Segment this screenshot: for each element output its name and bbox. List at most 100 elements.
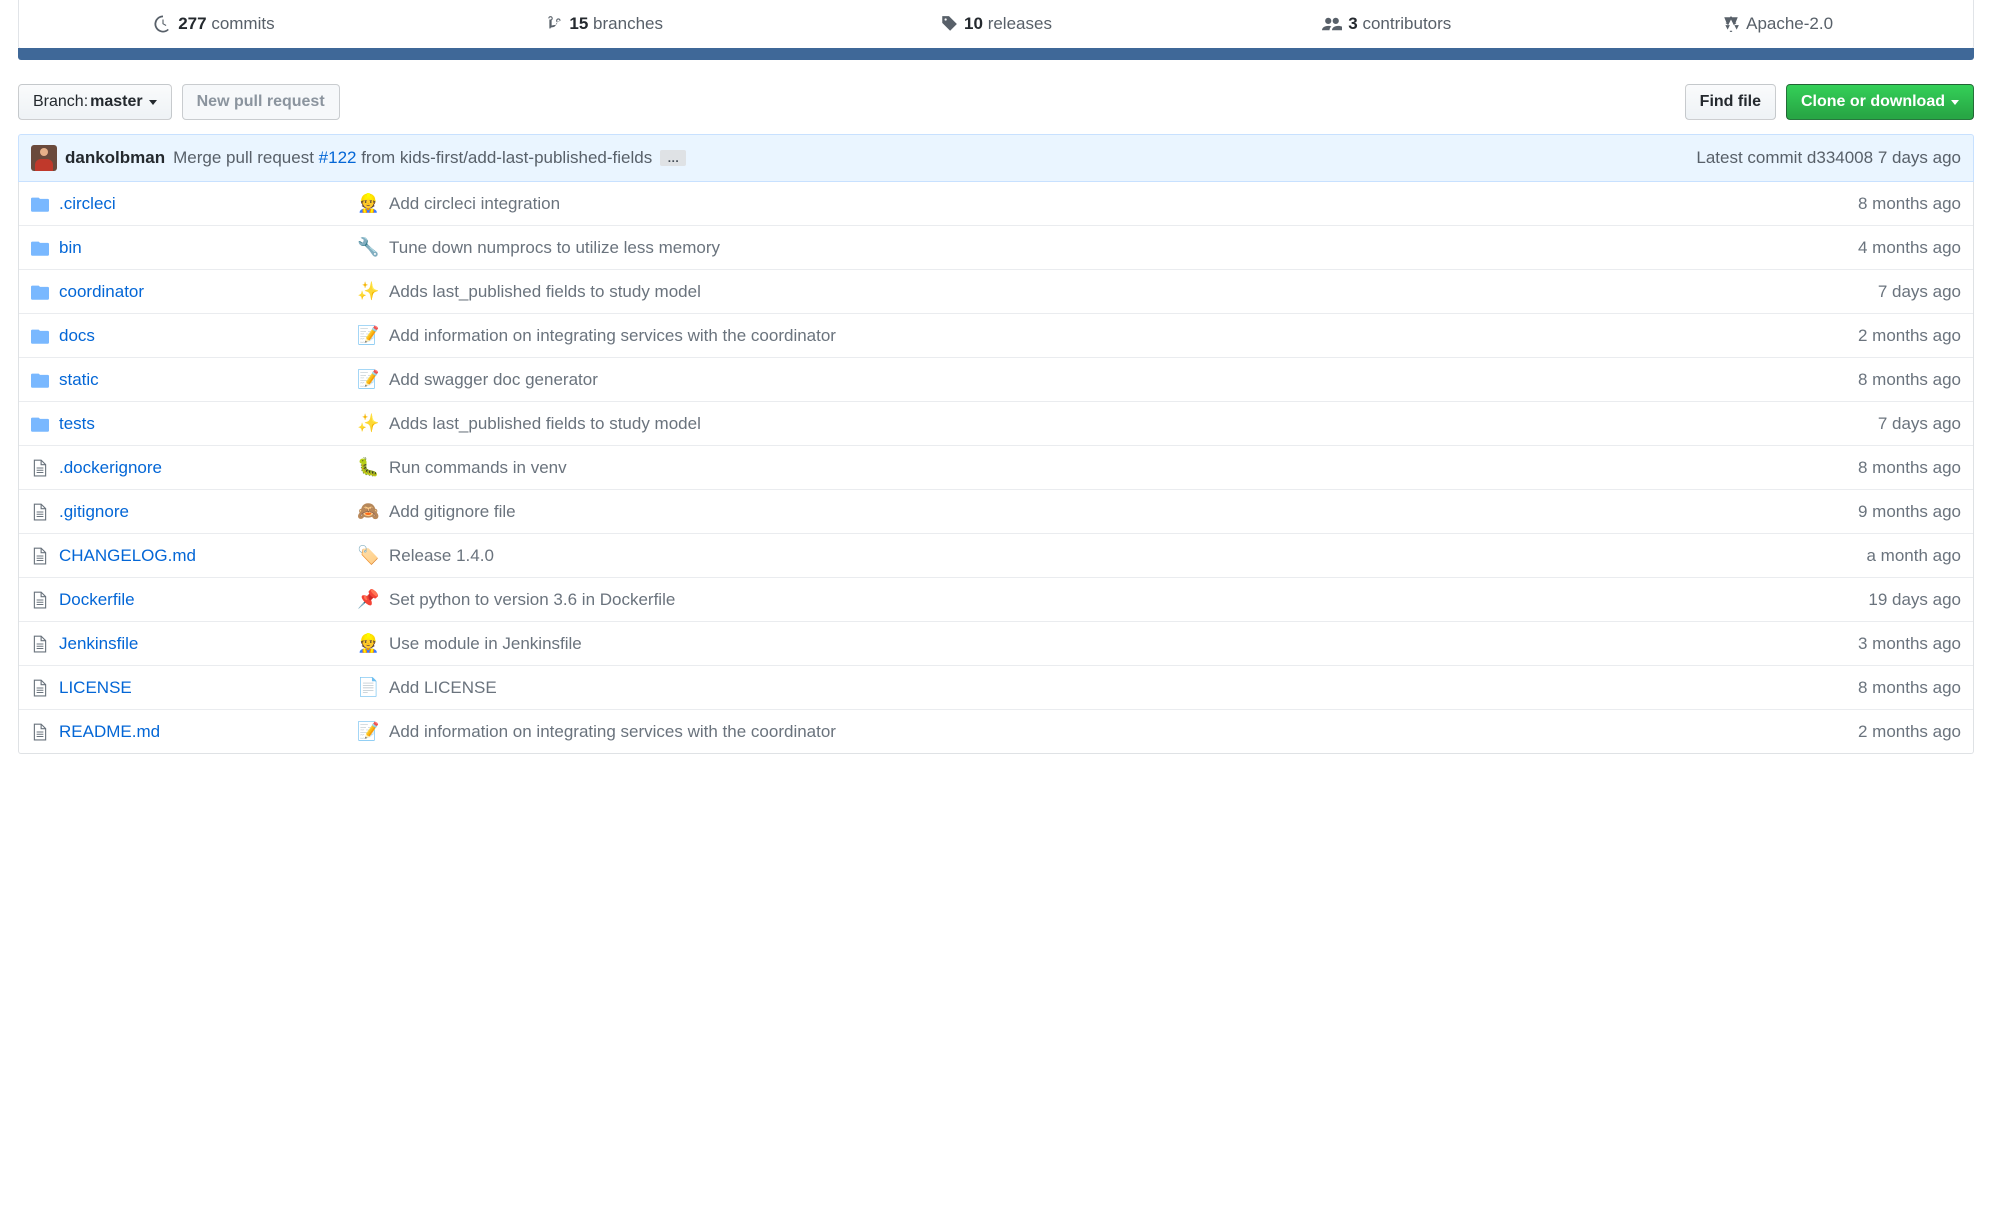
commit-meta: Latest commit d334008 7 days ago [1696, 148, 1961, 168]
file-row: .dockerignore🐛Run commands in venv8 mont… [19, 445, 1973, 489]
file-link[interactable]: .dockerignore [59, 458, 162, 478]
file-name-cell: Jenkinsfile [31, 634, 357, 654]
commit-emoji-icon: 📌 [357, 589, 379, 610]
file-link[interactable]: coordinator [59, 282, 144, 302]
commit-message-cell[interactable]: 📌 Set python to version 3.6 in Dockerfile [357, 589, 1856, 610]
commit-message-cell[interactable]: 🐛Run commands in venv [357, 457, 1846, 478]
commit-message-text: Add LICENSE [389, 678, 497, 698]
commit-message[interactable]: Merge pull request #122 from kids-first/… [173, 148, 652, 168]
license-stat[interactable]: Apache-2.0 [1582, 0, 1973, 48]
commit-message-text: Add information on integrating services … [389, 722, 836, 742]
commit-emoji-icon: ✨ [357, 281, 379, 302]
commit-message-cell[interactable]: 👷Use module in Jenkinsfile [357, 633, 1846, 654]
file-row: LICENSE📄Add LICENSE8 months ago [19, 665, 1973, 709]
commit-message-text: Add gitignore file [389, 502, 516, 522]
commits-stat[interactable]: 277 commits [19, 0, 410, 48]
file-icon [31, 679, 49, 697]
branch-name: master [90, 93, 142, 111]
commit-message-cell[interactable]: 📄 Add LICENSE [357, 677, 1846, 698]
file-link[interactable]: .gitignore [59, 502, 129, 522]
avatar[interactable] [31, 145, 57, 171]
language-bar[interactable] [18, 48, 1974, 60]
commit-sha[interactable]: d334008 [1807, 148, 1873, 167]
file-name-cell: static [31, 370, 357, 390]
file-name-cell: .dockerignore [31, 458, 357, 478]
file-icon [31, 635, 49, 653]
file-link[interactable]: tests [59, 414, 95, 434]
file-row: .gitignore🙈Add gitignore file9 months ag… [19, 489, 1973, 533]
file-icon [31, 459, 49, 477]
commit-message-cell[interactable]: 🏷️Release 1.4.0 [357, 545, 1854, 566]
pr-link[interactable]: #122 [319, 148, 357, 167]
file-name-cell: bin [31, 238, 357, 258]
file-row: Dockerfile 📌 Set python to version 3.6 in … [19, 577, 1973, 621]
folder-icon [31, 195, 49, 213]
releases-stat[interactable]: 10 releases [801, 0, 1192, 48]
file-link[interactable]: LICENSE [59, 678, 132, 698]
caret-down-icon [149, 100, 157, 105]
commit-emoji-icon: 🔧 [357, 237, 379, 258]
commit-expand-button[interactable]: … [660, 150, 686, 166]
file-link[interactable]: static [59, 370, 99, 390]
file-link[interactable]: README.md [59, 722, 160, 742]
commit-emoji-icon: 📄 [357, 677, 379, 698]
clone-label: Clone or download [1801, 93, 1945, 111]
releases-count: 10 [964, 14, 983, 33]
file-icon [31, 591, 49, 609]
commit-message-text: Adds last_published fields to study mode… [389, 282, 701, 302]
clone-download-button[interactable]: Clone or download [1786, 84, 1974, 120]
find-file-button[interactable]: Find file [1685, 84, 1776, 120]
commit-time: 7 days ago [1866, 414, 1961, 434]
commit-message-cell[interactable]: ✨ Adds last_published fields to study mod… [357, 413, 1866, 434]
commit-message-text: Tune down numprocs to utilize less memor… [389, 238, 720, 258]
commit-message-text: Adds last_published fields to study mode… [389, 414, 701, 434]
file-name-cell: .circleci [31, 194, 357, 214]
commit-message-cell[interactable]: 🔧 Tune down numprocs to utilize less memo… [357, 237, 1846, 258]
latest-commit-bar: dankolbman Merge pull request #122 from … [18, 134, 1974, 182]
file-link[interactable]: bin [59, 238, 82, 258]
commit-message-cell[interactable]: 📝 Add swagger doc generator [357, 369, 1846, 390]
caret-down-icon [1951, 100, 1959, 105]
commit-message-text: Set python to version 3.6 in Dockerfile [389, 590, 675, 610]
file-link[interactable]: Jenkinsfile [59, 634, 138, 654]
commit-time: 2 months ago [1846, 326, 1961, 346]
file-row: bin 🔧 Tune down numprocs to utilize less m… [19, 225, 1973, 269]
file-link[interactable]: docs [59, 326, 95, 346]
file-name-cell: CHANGELOG.md [31, 546, 357, 566]
contributors-stat[interactable]: 3 contributors [1191, 0, 1582, 48]
commit-time: 7 days ago [1866, 282, 1961, 302]
folder-icon [31, 415, 49, 433]
contributors-label: contributors [1362, 14, 1451, 33]
new-pull-request-button[interactable]: New pull request [182, 84, 340, 120]
commit-emoji-icon: 🏷️ [357, 545, 379, 566]
commit-emoji-icon: ✨ [357, 413, 379, 434]
commit-message-text: Run commands in venv [389, 458, 567, 478]
file-nav-actions: Branch: master New pull request Find fil… [18, 84, 1974, 120]
commit-message-text: Add swagger doc generator [389, 370, 598, 390]
commit-message-cell[interactable]: 🙈 Add gitignore file [357, 501, 1846, 522]
file-list: .circleci 👷Add circleci integration8 mont… [18, 182, 1974, 754]
file-icon [31, 547, 49, 565]
commit-message-cell[interactable]: 📝Add information on integrating services… [357, 325, 1846, 346]
commit-message-cell[interactable]: 📝 Add information on integrating services… [357, 721, 1846, 742]
commit-emoji-icon: 📝 [357, 721, 379, 742]
branches-stat[interactable]: 15 branches [410, 0, 801, 48]
commit-message-cell[interactable]: ✨ Adds last_published fields to study mod… [357, 281, 1866, 302]
commit-emoji-icon: 🙈 [357, 501, 379, 522]
git-branch-icon [547, 15, 563, 33]
branches-count: 15 [569, 14, 588, 33]
file-row: CHANGELOG.md🏷️Release 1.4.0a month ago [19, 533, 1973, 577]
file-link[interactable]: CHANGELOG.md [59, 546, 196, 566]
commits-label: commits [211, 14, 274, 33]
releases-label: releases [988, 14, 1052, 33]
commit-time: 8 months ago [1846, 194, 1961, 214]
file-link[interactable]: .circleci [59, 194, 116, 214]
commit-message-cell[interactable]: 👷Add circleci integration [357, 193, 1846, 214]
file-link[interactable]: Dockerfile [59, 590, 135, 610]
commit-time: 3 months ago [1846, 634, 1961, 654]
commit-time: 7 days ago [1873, 148, 1961, 167]
commit-author[interactable]: dankolbman [65, 148, 165, 168]
commit-emoji-icon: 📝 [357, 369, 379, 390]
commit-emoji-icon: 👷 [357, 633, 379, 654]
branch-select-button[interactable]: Branch: master [18, 84, 172, 120]
